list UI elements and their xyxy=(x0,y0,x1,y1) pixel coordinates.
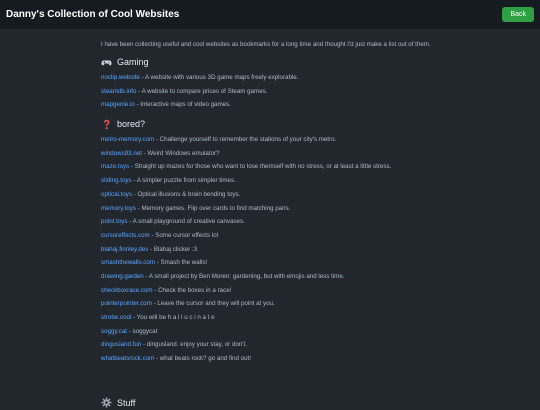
list-item: sliding.toys - A simpler puzzle from sim… xyxy=(101,177,441,191)
site-link[interactable]: sliding.toys xyxy=(101,177,132,184)
list-item: pointerpointer.com - Leave the cursor an… xyxy=(101,300,441,314)
list-item: steamdb.info - A website to compare pric… xyxy=(101,88,441,102)
site-link[interactable]: cursoreffects.com xyxy=(101,232,150,239)
site-description: - A website with various 3D game maps fr… xyxy=(139,74,299,81)
question-mark-icon xyxy=(101,119,112,130)
section-heading-gaming: Gaming xyxy=(101,56,441,68)
site-description: - A simpler puzzle from simpler times. xyxy=(131,177,236,185)
site-link[interactable]: optical.toys xyxy=(101,191,132,198)
site-link[interactable]: whatbeatsrock.com xyxy=(101,355,154,362)
list-item: noclip.website - A website with various … xyxy=(101,74,441,88)
site-link[interactable]: metro-memory.com xyxy=(101,136,154,143)
site-link[interactable]: mapgenie.io xyxy=(101,101,135,108)
site-link[interactable]: checkboxrace.com xyxy=(101,287,153,294)
list-item: blahaj.finnley.dev - Blahaj clicker :3 xyxy=(101,246,441,260)
list-item: point.toys - A small playground of creat… xyxy=(101,218,441,232)
site-description: - Straight up mazes for those who want t… xyxy=(129,163,392,171)
page-title: Danny's Collection of Cool Websites xyxy=(6,9,180,20)
site-description: - A small project by Ben Moren: gardenin… xyxy=(143,272,345,280)
section-heading-bored: bored? xyxy=(101,118,441,130)
site-description: - You will be h a l l u c i n a t e xyxy=(131,314,215,321)
site-description: - Blahaj clicker :3 xyxy=(148,245,198,253)
site-link[interactable]: strobe.cool xyxy=(101,314,131,321)
site-description: - Challenge yourself to remember the sta… xyxy=(154,136,337,144)
list-item: checkboxrace.com - Check the boxes in a … xyxy=(101,287,441,301)
site-description: - Check the boxes in a race! xyxy=(152,286,232,294)
back-button[interactable]: Back xyxy=(502,7,534,22)
list-item: cursoreffects.com - Some cursor effects … xyxy=(101,232,441,246)
intro-text: I have been collecting useful and cool w… xyxy=(101,41,431,48)
main-content: I have been collecting useful and cool w… xyxy=(101,41,441,369)
list-item: whatbeatsrock.com - what beats rock? go … xyxy=(101,355,441,369)
site-description: - A website to compare prices of Steam g… xyxy=(136,87,268,95)
gamepad-icon xyxy=(101,57,112,68)
list-item: optical.toys - Optical illusions & brain… xyxy=(101,191,441,205)
site-link[interactable]: point.toys xyxy=(101,218,127,225)
site-link[interactable]: memory.toys xyxy=(101,205,136,212)
site-link[interactable]: drawing.garden xyxy=(101,273,144,280)
site-description: - Leave the cursor and they will point a… xyxy=(151,300,275,308)
site-description: - Weird Windows emulator? xyxy=(141,149,220,157)
list-item: dingusland.fun - dingusland. enjoy your … xyxy=(101,341,441,355)
site-description: - what beats rock? go and find out! xyxy=(154,355,251,363)
list-item: mapgenie.io - Interactive maps of video … xyxy=(101,101,441,115)
list-item: drawing.garden - A small project by Ben … xyxy=(101,273,441,287)
list-item: windows93.net - Weird Windows emulator? xyxy=(101,150,441,164)
site-description: - A small playground of creative canvase… xyxy=(127,218,245,226)
site-description: - dingusland. enjoy your stay, or don't. xyxy=(141,341,247,349)
site-link[interactable]: dingusland.fun xyxy=(101,341,141,348)
section-title: Gaming xyxy=(117,57,149,67)
list-item: memory.toys - Memory games. Flip over ca… xyxy=(101,205,441,219)
site-link[interactable]: blahaj.finnley.dev xyxy=(101,246,148,253)
section-heading-stuff: Stuff xyxy=(101,397,135,408)
top-bar: Danny's Collection of Cool Websites Back xyxy=(0,0,540,29)
site-description: - soggycat xyxy=(127,327,158,335)
site-link[interactable]: noclip.website xyxy=(101,74,140,81)
list-item: soggy.cat - soggycat xyxy=(101,328,441,342)
site-description: - Some cursor effects lol xyxy=(149,231,219,239)
site-link[interactable]: maze.toys xyxy=(101,163,129,170)
site-link[interactable]: smashthewalls.com xyxy=(101,259,155,266)
site-link[interactable]: steamdb.info xyxy=(101,88,136,95)
site-description: - Memory games. Flip over cards to find … xyxy=(135,204,291,212)
site-link[interactable]: windows93.net xyxy=(101,150,142,157)
site-description: - Smash the walls! xyxy=(155,259,208,267)
list-item: smashthewalls.com - Smash the walls! xyxy=(101,259,441,273)
section-title: Stuff xyxy=(117,397,136,408)
section-title: bored? xyxy=(117,119,146,130)
site-link[interactable]: pointerpointer.com xyxy=(101,300,152,307)
list-item: metro-memory.com - Challenge yourself to… xyxy=(101,136,441,150)
list-item: strobe.cool - You will be h a l l u c i … xyxy=(101,314,441,328)
site-description: - Optical illusions & brain bending toys… xyxy=(131,190,241,198)
gear-icon xyxy=(101,397,112,408)
site-link[interactable]: soggy.cat xyxy=(101,328,127,335)
list-item: maze.toys - Straight up mazes for those … xyxy=(101,163,441,177)
site-description: - Interactive maps of video games. xyxy=(134,101,232,109)
